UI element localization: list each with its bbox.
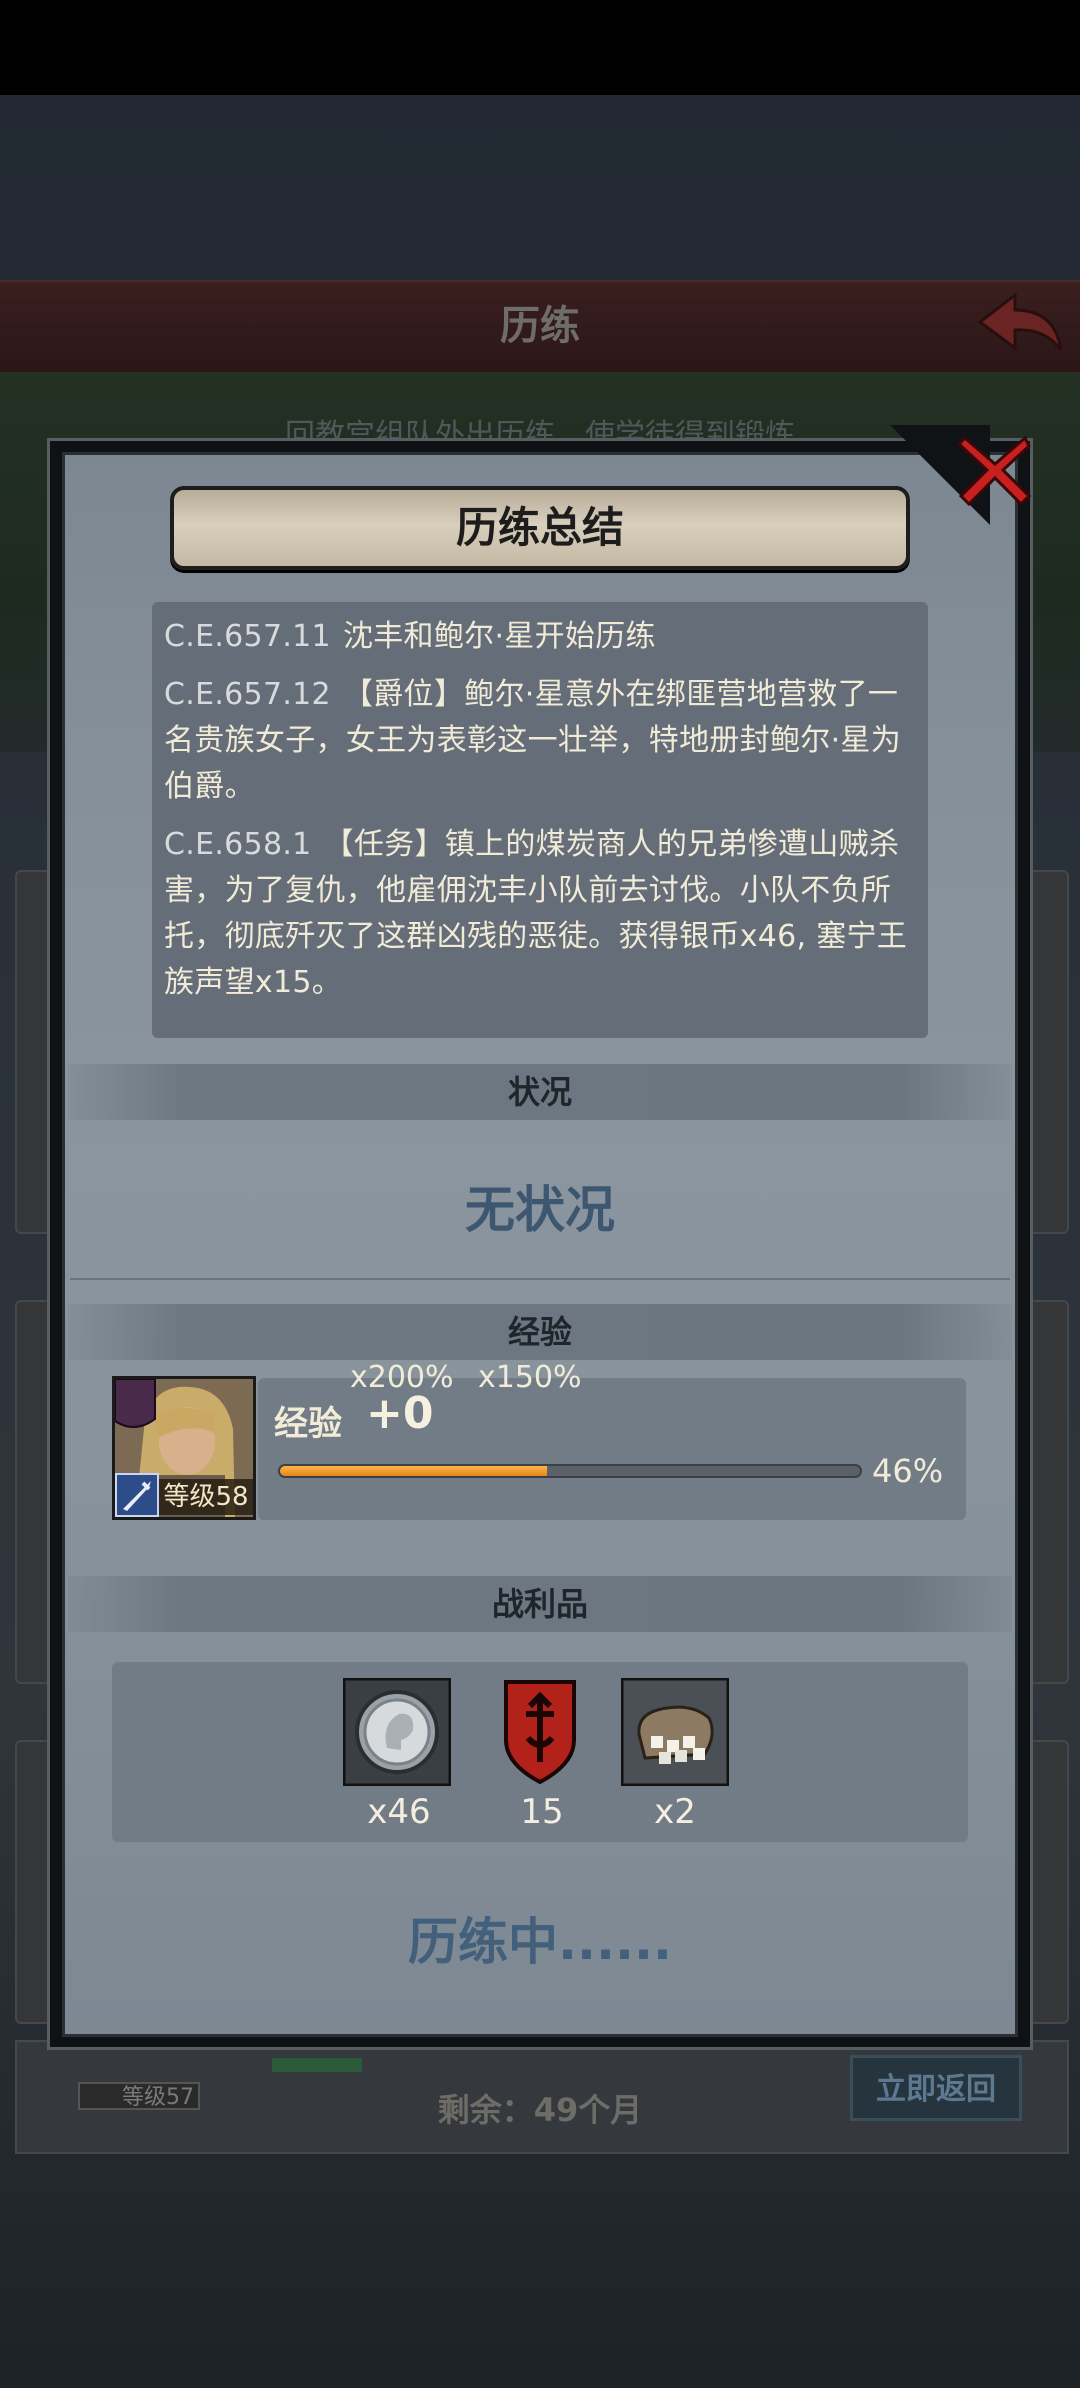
status-bar: [0, 0, 1080, 95]
log-entry: C.E.657.11 沈丰和鲍尔·星开始历练: [164, 614, 916, 660]
exp-gain: +0: [366, 1388, 434, 1439]
exp-progress-fill: [280, 1466, 547, 1476]
loot-count-coins: x46: [367, 1792, 431, 1832]
background-progress-bar: [272, 2058, 362, 2072]
close-icon[interactable]: [955, 430, 1035, 510]
loot-count-supplies: x2: [654, 1792, 696, 1832]
experience-panel: [258, 1378, 966, 1520]
character-portrait[interactable]: 等级58: [112, 1376, 256, 1520]
loot-section-label: 战利品: [491, 1585, 588, 1623]
log-date: C.E.658.1: [164, 827, 312, 862]
exp-multiplier-2: x150%: [478, 1360, 582, 1395]
training-status-text: 历练中......: [408, 1913, 672, 1971]
log-date: C.E.657.12: [164, 677, 331, 712]
divider: [70, 1278, 1010, 1280]
exp-label: 经验: [274, 1404, 342, 1444]
exp-progress-text: 46%: [872, 1452, 944, 1490]
background-header-title: 历练: [500, 303, 580, 349]
log-text: 沈丰和鲍尔·星开始历练: [342, 619, 656, 654]
supply-sack-icon[interactable]: [620, 1677, 730, 1787]
royal-reputation-shield-icon[interactable]: [486, 1678, 594, 1786]
loot-count-reputation: 15: [520, 1792, 564, 1832]
status-section-label: 状况: [507, 1073, 572, 1111]
silver-coin-icon[interactable]: [342, 1677, 452, 1787]
event-log[interactable]: C.E.657.11 沈丰和鲍尔·星开始历练 C.E.657.12 【爵位】鲍尔·星…: [152, 602, 928, 1038]
experience-section-label: 经验: [507, 1313, 572, 1351]
log-entry: C.E.658.1 【任务】镇上的煤炭商人的兄弟惨遭山贼杀害，为了复仇，他雇佣沈丰…: [164, 822, 916, 1006]
log-entry: C.E.657.12 【爵位】鲍尔·星意外在绑匪营地营救了一名贵族女子，女王为表彰…: [164, 672, 916, 810]
exp-progress-bar: [278, 1464, 862, 1478]
return-now-button[interactable]: 立即返回: [850, 2055, 1022, 2121]
status-value: 无状况: [465, 1181, 615, 1239]
log-date: C.E.657.11: [164, 619, 331, 654]
class-icon: [115, 1473, 159, 1517]
back-arrow-icon: [977, 291, 1063, 351]
modal-title: 历练总结: [455, 503, 624, 552]
level-badge: 等级58: [159, 1479, 253, 1515]
